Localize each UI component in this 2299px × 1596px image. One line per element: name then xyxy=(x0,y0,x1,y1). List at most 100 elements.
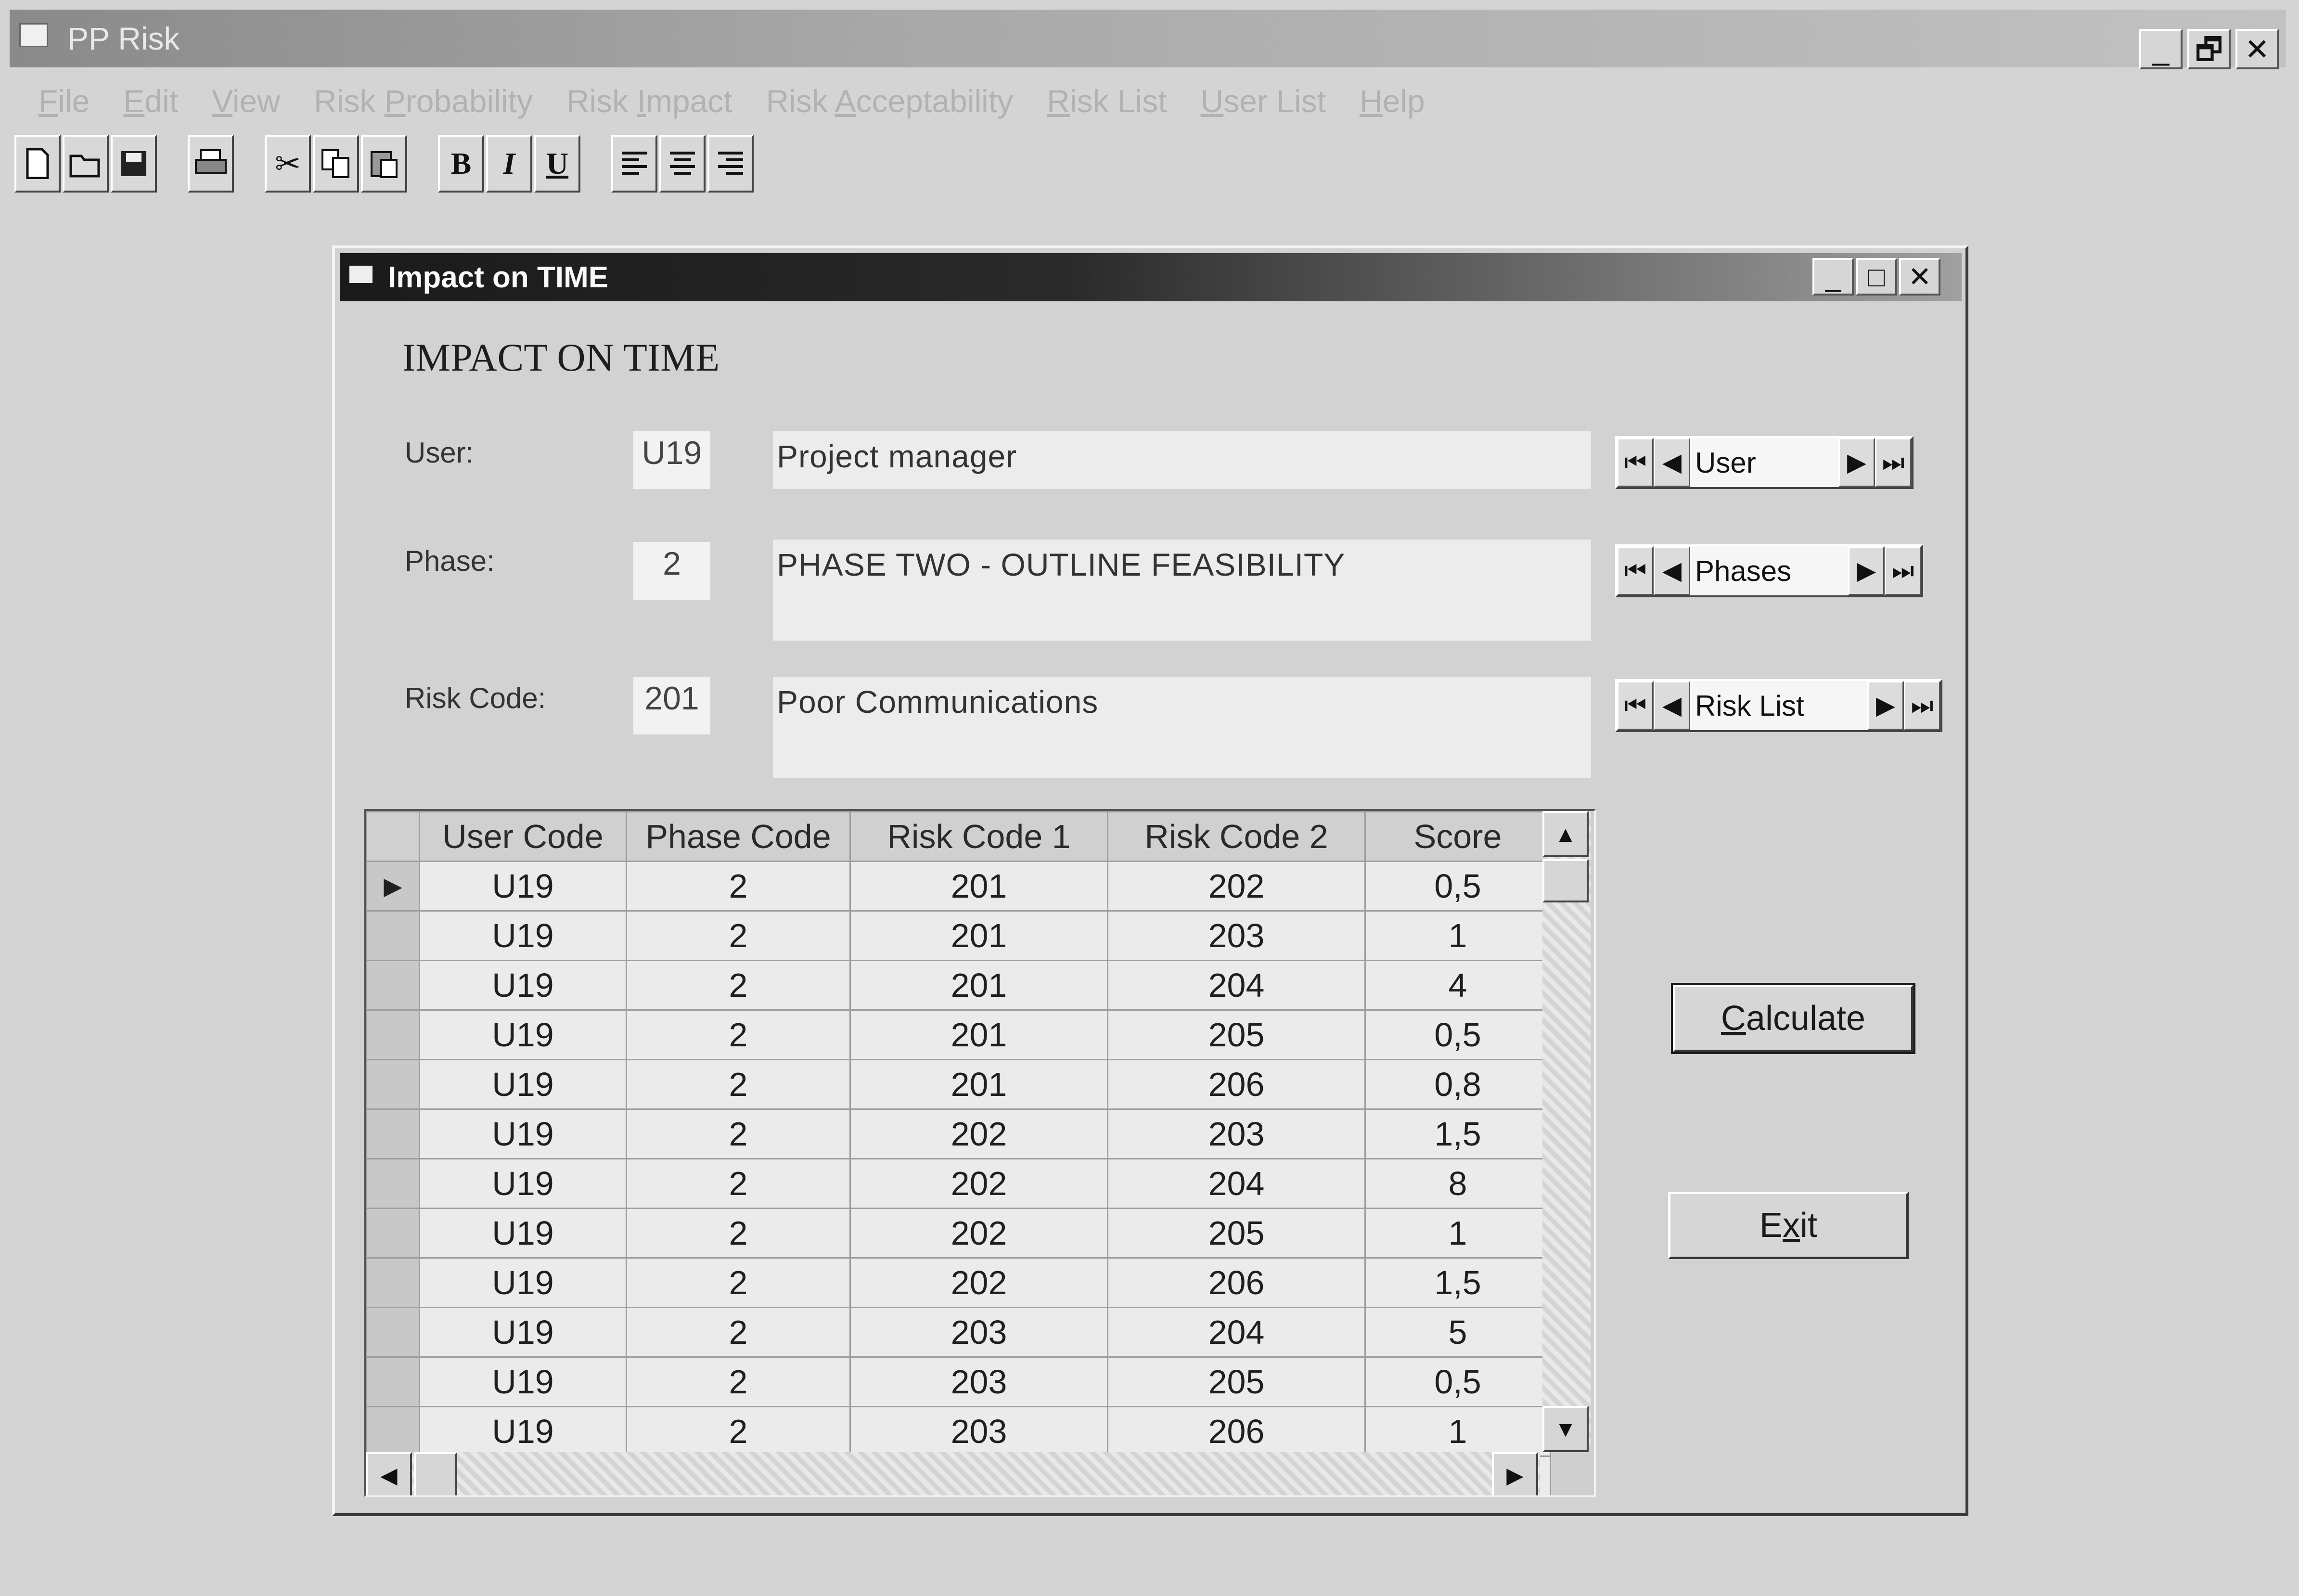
table-cell[interactable]: U19 xyxy=(419,1158,627,1209)
table-row[interactable]: U19 2 203 204 5 xyxy=(366,1307,1551,1358)
phases-prev-button[interactable]: ◀ xyxy=(1654,546,1690,595)
user-code-field[interactable]: U19 xyxy=(633,431,710,489)
scroll-thumb[interactable] xyxy=(1542,859,1589,902)
table-cell[interactable]: 205 xyxy=(1107,1208,1366,1259)
table-cell[interactable]: 205 xyxy=(1107,1009,1366,1060)
row-selector[interactable] xyxy=(366,1108,420,1159)
table-cell[interactable]: 203 xyxy=(849,1406,1108,1457)
risk-first-button[interactable]: ⏮ xyxy=(1617,681,1654,730)
bold-icon[interactable]: B xyxy=(438,135,484,193)
table-cell[interactable]: U19 xyxy=(419,910,627,961)
align-right-icon[interactable] xyxy=(707,135,754,193)
table-cell[interactable]: 204 xyxy=(1107,960,1366,1011)
new-file-icon[interactable] xyxy=(14,135,61,193)
table-row[interactable]: ▶ U19 2 201 202 0,5 xyxy=(366,861,1551,912)
menu-user-list[interactable]: User List xyxy=(1201,83,1326,119)
risk-next-button[interactable]: ▶ xyxy=(1867,681,1904,730)
table-cell[interactable]: 202 xyxy=(849,1208,1108,1259)
scroll-right-button[interactable]: ▶ xyxy=(1492,1452,1538,1495)
underline-icon[interactable]: U xyxy=(534,135,580,193)
child-minimize-button[interactable]: _ xyxy=(1812,258,1854,296)
risk-code-field[interactable]: 201 xyxy=(633,677,710,734)
row-selector[interactable]: ▶ xyxy=(366,861,420,912)
scroll-up-button[interactable]: ▲ xyxy=(1542,811,1589,857)
menu-risk-impact[interactable]: Risk Impact xyxy=(566,83,732,119)
table-row[interactable]: U19 2 203 206 1 xyxy=(366,1406,1551,1457)
scroll-down-button[interactable]: ▼ xyxy=(1542,1406,1589,1452)
table-row[interactable]: U19 2 201 203 1 xyxy=(366,910,1551,961)
grid-vertical-scrollbar[interactable]: ▲ ▼ xyxy=(1542,811,1591,1452)
user-next-button[interactable]: ▶ xyxy=(1838,438,1875,487)
table-cell[interactable]: 203 xyxy=(849,1307,1108,1358)
phases-last-button[interactable]: ⏭ xyxy=(1885,546,1921,595)
row-selector[interactable] xyxy=(366,1059,420,1110)
table-cell[interactable]: 1 xyxy=(1364,1406,1551,1457)
table-cell[interactable]: 1,5 xyxy=(1364,1257,1551,1308)
table-cell[interactable]: 0,5 xyxy=(1364,1356,1551,1407)
copy-icon[interactable] xyxy=(313,135,359,193)
table-cell[interactable]: 201 xyxy=(849,910,1108,961)
table-cell[interactable]: 8 xyxy=(1364,1158,1551,1209)
menu-edit[interactable]: Edit xyxy=(123,83,178,119)
table-cell[interactable]: 201 xyxy=(849,1009,1108,1060)
row-selector[interactable] xyxy=(366,1009,420,1060)
table-cell[interactable]: U19 xyxy=(419,1108,627,1159)
table-row[interactable]: U19 2 201 204 4 xyxy=(366,960,1551,1011)
calculate-button[interactable]: Calculate xyxy=(1671,983,1915,1054)
table-row[interactable]: U19 2 202 205 1 xyxy=(366,1208,1551,1259)
exit-button[interactable]: Exit xyxy=(1668,1192,1909,1259)
menu-file[interactable]: File xyxy=(39,83,90,119)
child-maximize-button[interactable]: □ xyxy=(1856,258,1897,296)
table-cell[interactable]: 206 xyxy=(1107,1059,1366,1110)
table-cell[interactable]: 204 xyxy=(1107,1307,1366,1358)
table-cell[interactable]: 202 xyxy=(849,1257,1108,1308)
child-window-icon[interactable] xyxy=(349,266,372,283)
table-row[interactable]: U19 2 203 205 0,5 xyxy=(366,1356,1551,1407)
table-cell[interactable]: 2 xyxy=(626,1406,851,1457)
table-cell[interactable]: 206 xyxy=(1107,1257,1366,1308)
table-cell[interactable]: 201 xyxy=(849,1059,1108,1110)
align-center-icon[interactable] xyxy=(659,135,706,193)
table-cell[interactable]: 2 xyxy=(626,960,851,1011)
minimize-button[interactable]: _ xyxy=(2139,29,2183,69)
table-row[interactable]: U19 2 202 206 1,5 xyxy=(366,1257,1551,1308)
menu-risk-list[interactable]: Risk List xyxy=(1047,83,1167,119)
child-titlebar[interactable]: Impact on TIME xyxy=(340,253,1962,301)
child-close-button[interactable]: ✕ xyxy=(1899,258,1940,296)
app-titlebar[interactable]: PP Risk xyxy=(10,10,2286,67)
table-row[interactable]: U19 2 201 206 0,8 xyxy=(366,1059,1551,1110)
table-cell[interactable]: U19 xyxy=(419,1406,627,1457)
row-selector[interactable] xyxy=(366,910,420,961)
table-cell[interactable]: 5 xyxy=(1364,1307,1551,1358)
table-cell[interactable]: U19 xyxy=(419,1307,627,1358)
column-header-score[interactable]: Score xyxy=(1364,811,1551,862)
print-icon[interactable] xyxy=(188,135,234,193)
table-cell[interactable]: U19 xyxy=(419,1009,627,1060)
risk-description-field[interactable]: Poor Communications xyxy=(773,677,1591,778)
table-cell[interactable]: 202 xyxy=(849,1108,1108,1159)
close-button[interactable]: ✕ xyxy=(2235,29,2279,69)
table-cell[interactable]: 2 xyxy=(626,1108,851,1159)
table-cell[interactable]: 202 xyxy=(1107,861,1366,912)
row-selector[interactable] xyxy=(366,1257,420,1308)
table-cell[interactable]: 2 xyxy=(626,1257,851,1308)
table-cell[interactable]: 4 xyxy=(1364,960,1551,1011)
table-cell[interactable]: 0,5 xyxy=(1364,861,1551,912)
phase-description-field[interactable]: PHASE TWO - OUTLINE FEASIBILITY xyxy=(773,540,1591,641)
row-selector[interactable] xyxy=(366,1208,420,1259)
phases-next-button[interactable]: ▶ xyxy=(1848,546,1885,595)
table-cell[interactable]: 1 xyxy=(1364,1208,1551,1259)
row-selector[interactable] xyxy=(366,1158,420,1209)
menu-view[interactable]: View xyxy=(212,83,280,119)
table-cell[interactable]: 2 xyxy=(626,1158,851,1209)
row-selector[interactable] xyxy=(366,1356,420,1407)
cut-icon[interactable]: ✂ xyxy=(265,135,311,193)
table-cell[interactable]: 206 xyxy=(1107,1406,1366,1457)
table-cell[interactable]: 2 xyxy=(626,1208,851,1259)
table-cell[interactable]: 2 xyxy=(626,1307,851,1358)
row-selector[interactable] xyxy=(366,960,420,1011)
table-cell[interactable]: U19 xyxy=(419,960,627,1011)
save-icon[interactable] xyxy=(111,135,157,193)
table-cell[interactable]: 203 xyxy=(849,1356,1108,1407)
risk-prev-button[interactable]: ◀ xyxy=(1654,681,1690,730)
